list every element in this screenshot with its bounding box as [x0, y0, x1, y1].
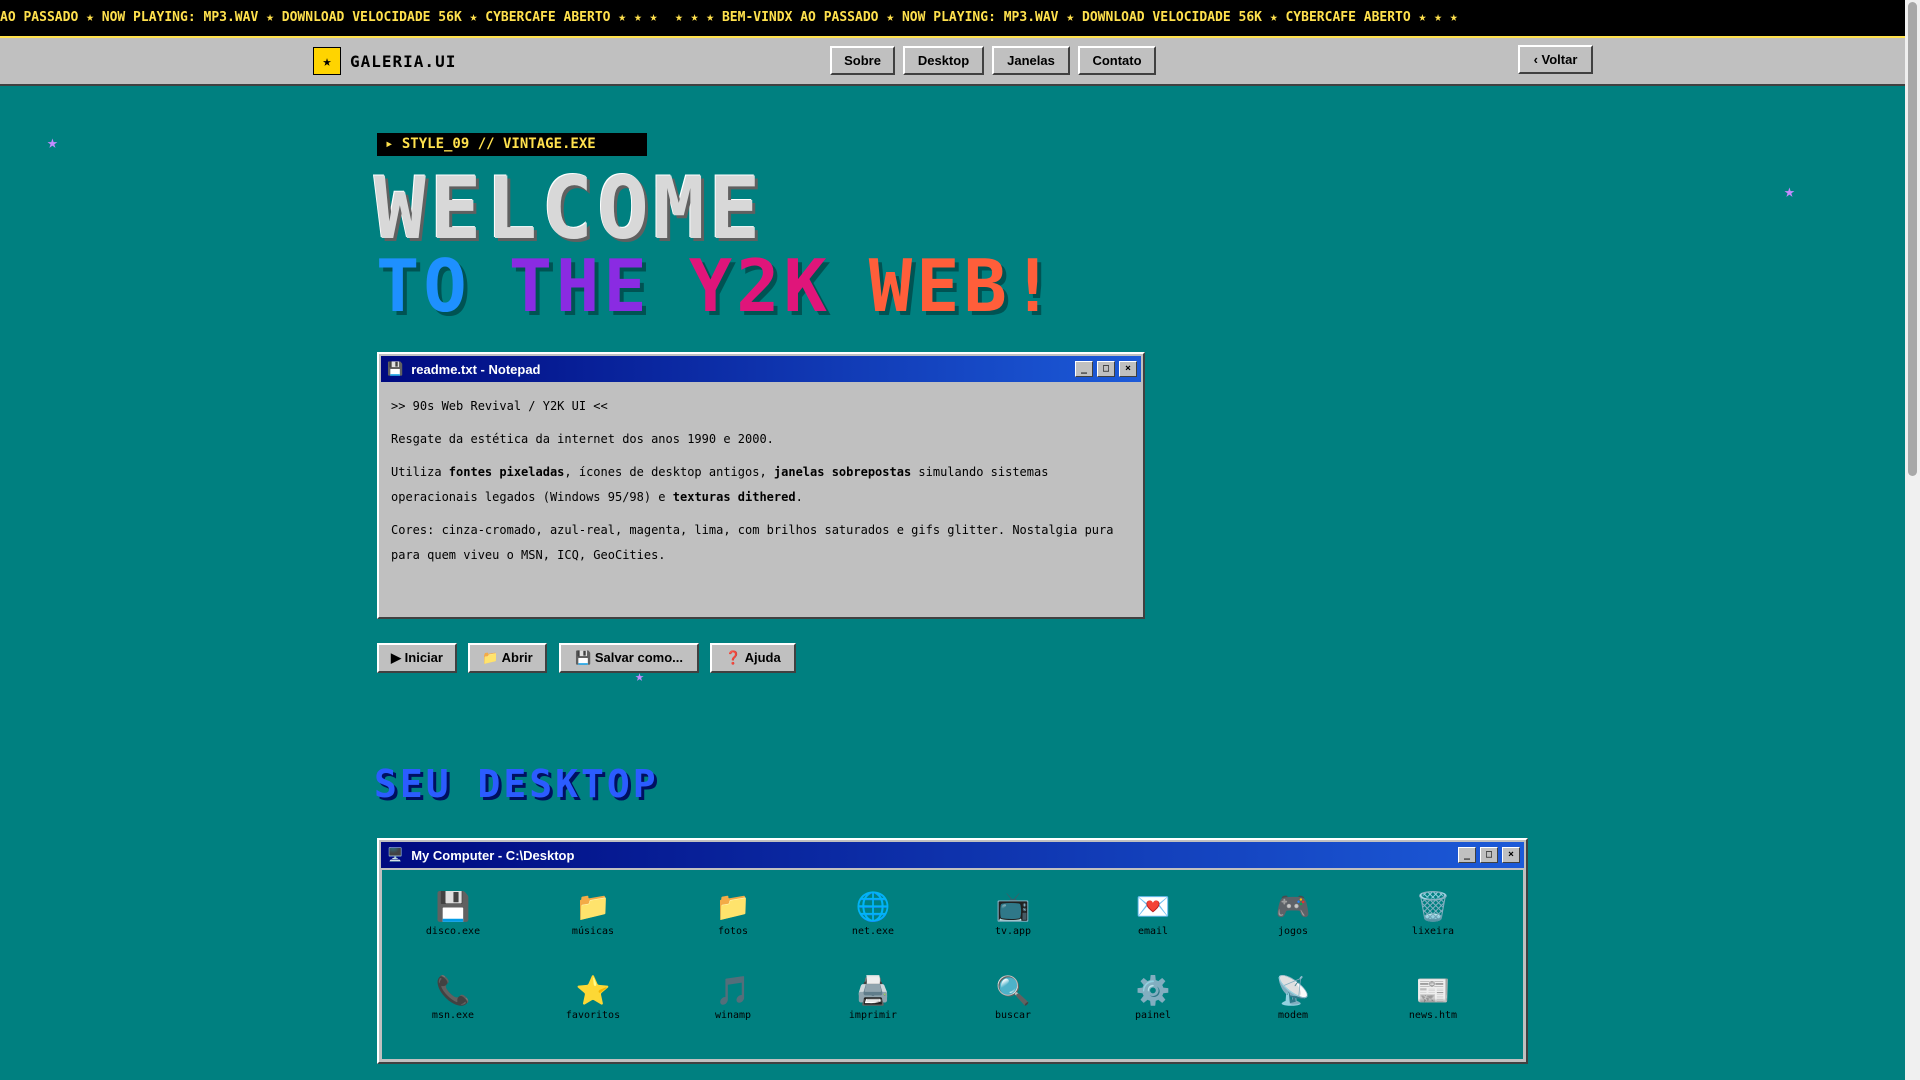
desktop-icon[interactable]: 🎵 winamp	[678, 974, 788, 1021]
desktop-icon-label: favoritos	[565, 1010, 621, 1021]
notepad-line: Resgate da estética da internet dos anos…	[391, 432, 774, 446]
folder-icon: 📁	[715, 890, 751, 923]
desktop-icon-label: msn.exe	[431, 1010, 475, 1021]
desktop-icon[interactable]: 📡 modem	[1238, 974, 1348, 1021]
nav-link-contato[interactable]: Contato	[1078, 46, 1156, 75]
close-button[interactable]: ×	[1119, 361, 1137, 377]
computer-icon: 🖥️	[387, 847, 404, 862]
desktop-icon[interactable]: 🗑️ lixeira	[1378, 890, 1488, 937]
satellite-icon: 📡	[1275, 974, 1311, 1007]
hero-title-line1: WELCOME	[374, 159, 765, 259]
phone-icon: 📞	[435, 974, 471, 1007]
brand-name: GALERIA.UI	[350, 51, 457, 71]
top-nav: ★ GALERIA.UI Sobre Desktop Janelas Conta…	[0, 36, 1905, 86]
desktop-icon[interactable]: 💌 email	[1098, 890, 1208, 937]
notepad-titlebar[interactable]: 💾 readme.txt - Notepad _ □ ×	[381, 356, 1141, 382]
help-button[interactable]: ❓ Ajuda	[710, 643, 796, 673]
marquee-text-left: AO PASSADO ★ NOW PLAYING: MP3.WAV ★ DOWN…	[0, 10, 658, 25]
desktop-icon-label: winamp	[714, 1010, 752, 1021]
desktop-icon-label: painel	[1134, 1010, 1172, 1021]
tv-icon: 📺	[995, 890, 1031, 923]
desktop-icon-label: disco.exe	[425, 926, 481, 937]
desktop-icon-label: lixeira	[1411, 926, 1455, 937]
email-icon: 💌	[1135, 890, 1171, 923]
gear-icon: ⚙️	[1135, 974, 1171, 1007]
close-button[interactable]: ×	[1502, 847, 1520, 863]
gamepad-icon: 🎮	[1275, 890, 1311, 923]
hero-word: TO	[376, 244, 471, 328]
desktop-icon[interactable]: 📺 tv.app	[958, 890, 1068, 937]
maximize-button[interactable]: □	[1097, 361, 1115, 377]
globe-icon: 🌐	[855, 890, 891, 923]
desktop-icon-label: imprimir	[848, 1010, 898, 1021]
notepad-paragraph: Utiliza fontes pixeladas, ícones de desk…	[391, 465, 1049, 504]
page-scrollbar[interactable]	[1905, 0, 1920, 1080]
notepad-window: 💾 readme.txt - Notepad _ □ × >> 90s Web …	[377, 352, 1145, 619]
desktop-icon-label: tv.app	[994, 926, 1032, 937]
sparkle-star-icon: ★	[47, 132, 58, 153]
notepad-paragraph: Cores: cinza-cromado, azul-real, magenta…	[391, 523, 1114, 562]
search-icon: 🔍	[995, 974, 1031, 1007]
style-tag: ▸ STYLE_09 // VINTAGE.EXE	[377, 133, 647, 156]
desktop-icon[interactable]: 🖨️ imprimir	[818, 974, 928, 1021]
desktop-icon[interactable]: 📁 músicas	[538, 890, 648, 937]
trash-icon: 🗑️	[1415, 890, 1451, 923]
scrollbar-thumb[interactable]	[1908, 2, 1917, 476]
nav-link-janelas[interactable]: Janelas	[992, 46, 1070, 75]
notepad-line: >> 90s Web Revival / Y2K UI <<	[391, 399, 608, 413]
hero-word: THE	[508, 244, 651, 328]
nav-link-desktop[interactable]: Desktop	[903, 46, 984, 75]
desktop-icon[interactable]: 📰 news.htm	[1378, 974, 1488, 1021]
minimize-button[interactable]: _	[1075, 361, 1093, 377]
desktop-icon-label: news.htm	[1408, 1010, 1458, 1021]
desktop-icon[interactable]: ⭐ favoritos	[538, 974, 648, 1021]
maximize-button[interactable]: □	[1480, 847, 1498, 863]
newspaper-icon: 📰	[1415, 974, 1451, 1007]
desktop-icon-label: músicas	[571, 926, 615, 937]
open-button[interactable]: 📁 Abrir	[468, 643, 547, 673]
desktop-icon-label: modem	[1277, 1010, 1309, 1021]
music-icon: 🎵	[715, 974, 751, 1007]
desktop-icon-label: buscar	[994, 1010, 1032, 1021]
desktop-icon[interactable]: 📁 fotos	[678, 890, 788, 937]
star-icon: ⭐	[575, 974, 611, 1007]
notepad-content: >> 90s Web Revival / Y2K UI << Resgate d…	[391, 394, 1131, 576]
nav-link-sobre[interactable]: Sobre	[830, 46, 895, 75]
desktop-icon[interactable]: 🌐 net.exe	[818, 890, 928, 937]
desktop-icon[interactable]: 🎮 jogos	[1238, 890, 1348, 937]
desktop-icon[interactable]: ⚙️ painel	[1098, 974, 1208, 1021]
back-button[interactable]: ‹ Voltar	[1518, 45, 1593, 74]
printer-icon: 🖨️	[855, 974, 891, 1007]
marquee-text-right: ★ ★ ★ BEM-VINDX AO PASSADO ★ NOW PLAYING…	[675, 10, 1458, 25]
desktop-icon-label: fotos	[717, 926, 749, 937]
sparkle-star-icon: ★	[1784, 181, 1795, 202]
notepad-title: readme.txt - Notepad	[411, 361, 541, 377]
minimize-button[interactable]: _	[1458, 847, 1476, 863]
floppy-icon: 💾	[435, 890, 471, 923]
floppy-icon: 💾	[387, 361, 404, 376]
save-as-button[interactable]: 💾 Salvar como...	[559, 643, 699, 673]
desktop-icon-label: jogos	[1277, 926, 1309, 937]
my-computer-window: 🖥️ My Computer - C:\Desktop _ □ × 💾 disco…	[377, 838, 1528, 1064]
desktop-icon[interactable]: 📞 msn.exe	[398, 974, 508, 1021]
window-title: My Computer - C:\Desktop	[411, 847, 575, 863]
my-computer-titlebar[interactable]: 🖥️ My Computer - C:\Desktop _ □ ×	[381, 842, 1524, 868]
hero-word: Y2K	[688, 244, 831, 328]
star-icon: ★	[313, 47, 341, 75]
hero-title-line2: TO THE Y2K WEB!	[376, 250, 1058, 322]
section-title: SEU DESKTOP	[374, 762, 659, 806]
start-button[interactable]: ▶ Iniciar	[377, 643, 457, 673]
folder-icon: 📁	[575, 890, 611, 923]
hero-word: WEB!	[868, 244, 1059, 328]
desktop-icon[interactable]: 💾 disco.exe	[398, 890, 508, 937]
desktop-icon-grid: 💾 disco.exe 📁 músicas 📁 fotos 🌐 net.exe 📺 tv.app 💌…	[382, 870, 1523, 1059]
desktop-icon-label: net.exe	[851, 926, 895, 937]
brand-logo[interactable]: ★ GALERIA.UI	[313, 47, 456, 75]
desktop-icon[interactable]: 🔍 buscar	[958, 974, 1068, 1021]
desktop-icon-label: email	[1137, 926, 1169, 937]
marquee-banner: AO PASSADO ★ NOW PLAYING: MP3.WAV ★ DOWN…	[0, 0, 1920, 36]
